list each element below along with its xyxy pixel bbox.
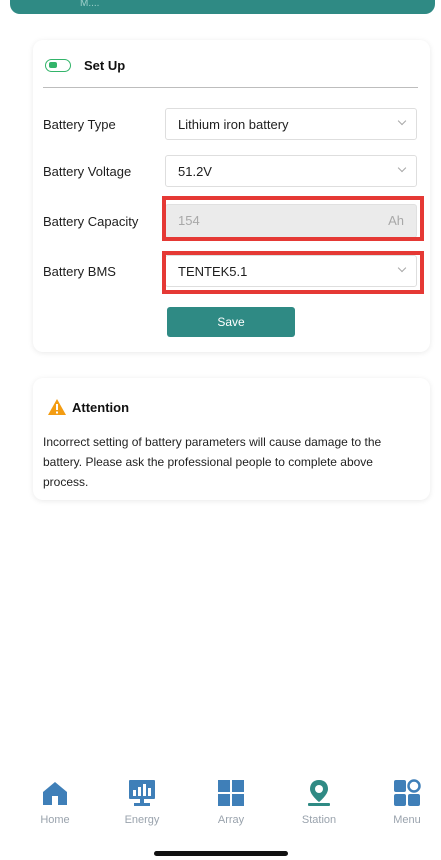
warning-icon: [48, 399, 66, 415]
nav-menu[interactable]: Menu: [372, 778, 441, 826]
attention-header: Attention: [47, 398, 129, 416]
setup-header: Set Up: [45, 58, 125, 73]
nav-energy-label: Energy: [124, 814, 160, 826]
nav-station[interactable]: Station: [284, 778, 354, 826]
array-icon: [218, 780, 244, 806]
nav-array-label: Array: [217, 814, 245, 826]
battery-voltage-value: 51.2V: [178, 164, 212, 179]
save-button[interactable]: Save: [167, 307, 295, 337]
nav-station-label: Station: [301, 814, 337, 826]
nav-energy[interactable]: Energy: [107, 778, 177, 826]
chevron-down-icon: [397, 116, 407, 126]
battery-capacity-value: 154: [178, 213, 200, 228]
nav-home-label: Home: [40, 814, 70, 826]
home-icon: [43, 782, 67, 805]
nav-home[interactable]: Home: [20, 778, 90, 826]
battery-bms-select[interactable]: TENTEK5.1: [165, 255, 417, 287]
battery-capacity-label: Battery Capacity: [43, 214, 139, 229]
battery-bms-value: TENTEK5.1: [178, 264, 248, 279]
bottom-nav: Home Energy Array Station Menu: [0, 778, 441, 834]
header-divider: [43, 87, 418, 88]
nav-menu-label: Menu: [393, 814, 421, 826]
energy-icon: [129, 780, 155, 806]
menu-icon: [394, 779, 421, 806]
attention-card: Attention Incorrect setting of battery p…: [33, 378, 430, 500]
battery-capacity-input[interactable]: 154 Ah: [165, 204, 417, 238]
battery-bms-label: Battery BMS: [43, 264, 116, 279]
top-header-bar: M....: [10, 0, 435, 14]
setup-card: Set Up Battery Type Lithium iron battery…: [33, 40, 430, 352]
station-icon: [308, 780, 330, 806]
battery-voltage-label: Battery Voltage: [43, 164, 132, 179]
toggle-icon: [45, 59, 71, 72]
battery-type-label: Battery Type: [43, 117, 116, 132]
attention-message: Incorrect setting of battery parameters …: [43, 435, 382, 489]
chevron-down-icon: [397, 263, 407, 273]
battery-type-value: Lithium iron battery: [178, 117, 289, 132]
chevron-down-icon: [397, 163, 407, 173]
battery-type-select[interactable]: Lithium iron battery: [165, 108, 417, 140]
home-indicator: [154, 851, 288, 856]
capacity-unit: Ah: [388, 213, 404, 228]
battery-voltage-select[interactable]: 51.2V: [165, 155, 417, 187]
nav-array[interactable]: Array: [196, 778, 266, 826]
attention-title: Attention: [72, 399, 130, 415]
setup-title: Set Up: [84, 58, 126, 73]
header-title: M....: [80, 0, 100, 9]
